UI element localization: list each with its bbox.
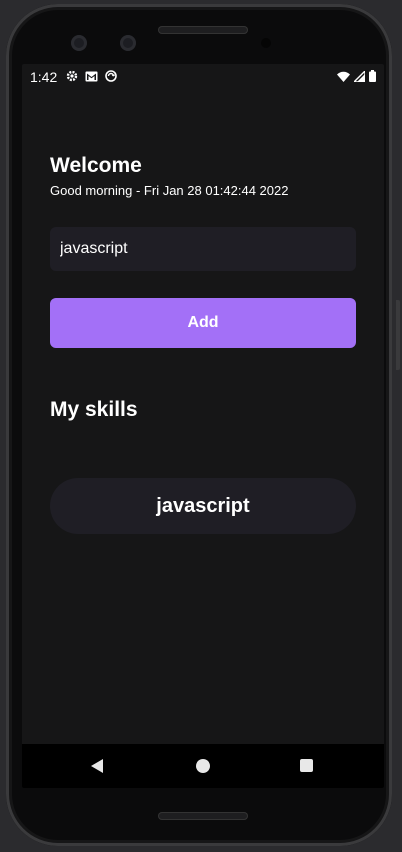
skill-card-label: javascript: [156, 494, 250, 517]
battery-icon: [369, 69, 376, 85]
power-button: [396, 300, 400, 370]
recents-icon[interactable]: [300, 759, 313, 772]
front-camera: [71, 35, 87, 51]
status-bar: 1:42: [22, 64, 384, 88]
add-button[interactable]: Add: [50, 298, 356, 348]
skill-card[interactable]: javascript: [50, 478, 356, 534]
home-icon[interactable]: [196, 759, 210, 773]
app-screen: 1:42 Welcome Good morning - Fri Jan 28 0…: [22, 64, 384, 788]
signal-icon: [352, 69, 366, 85]
wifi-icon: [337, 69, 350, 85]
bottom-speaker: [158, 812, 248, 820]
sync-icon: [105, 69, 117, 85]
skill-input[interactable]: [50, 227, 356, 271]
navigation-bar: [22, 744, 384, 788]
skills-section-title: My skills: [50, 398, 138, 421]
status-system-icons: [337, 69, 376, 85]
gear-icon: [66, 69, 78, 85]
proximity-sensor: [261, 38, 271, 48]
front-camera-secondary: [120, 35, 136, 51]
status-notification-icons: [66, 69, 117, 85]
back-icon[interactable]: [90, 758, 104, 779]
earpiece-speaker: [158, 26, 248, 34]
greeting-text: Good morning - Fri Jan 28 01:42:44 2022: [50, 183, 289, 198]
gmail-icon: [85, 69, 98, 85]
page-title: Welcome: [50, 154, 142, 177]
status-time: 1:42: [30, 69, 58, 85]
